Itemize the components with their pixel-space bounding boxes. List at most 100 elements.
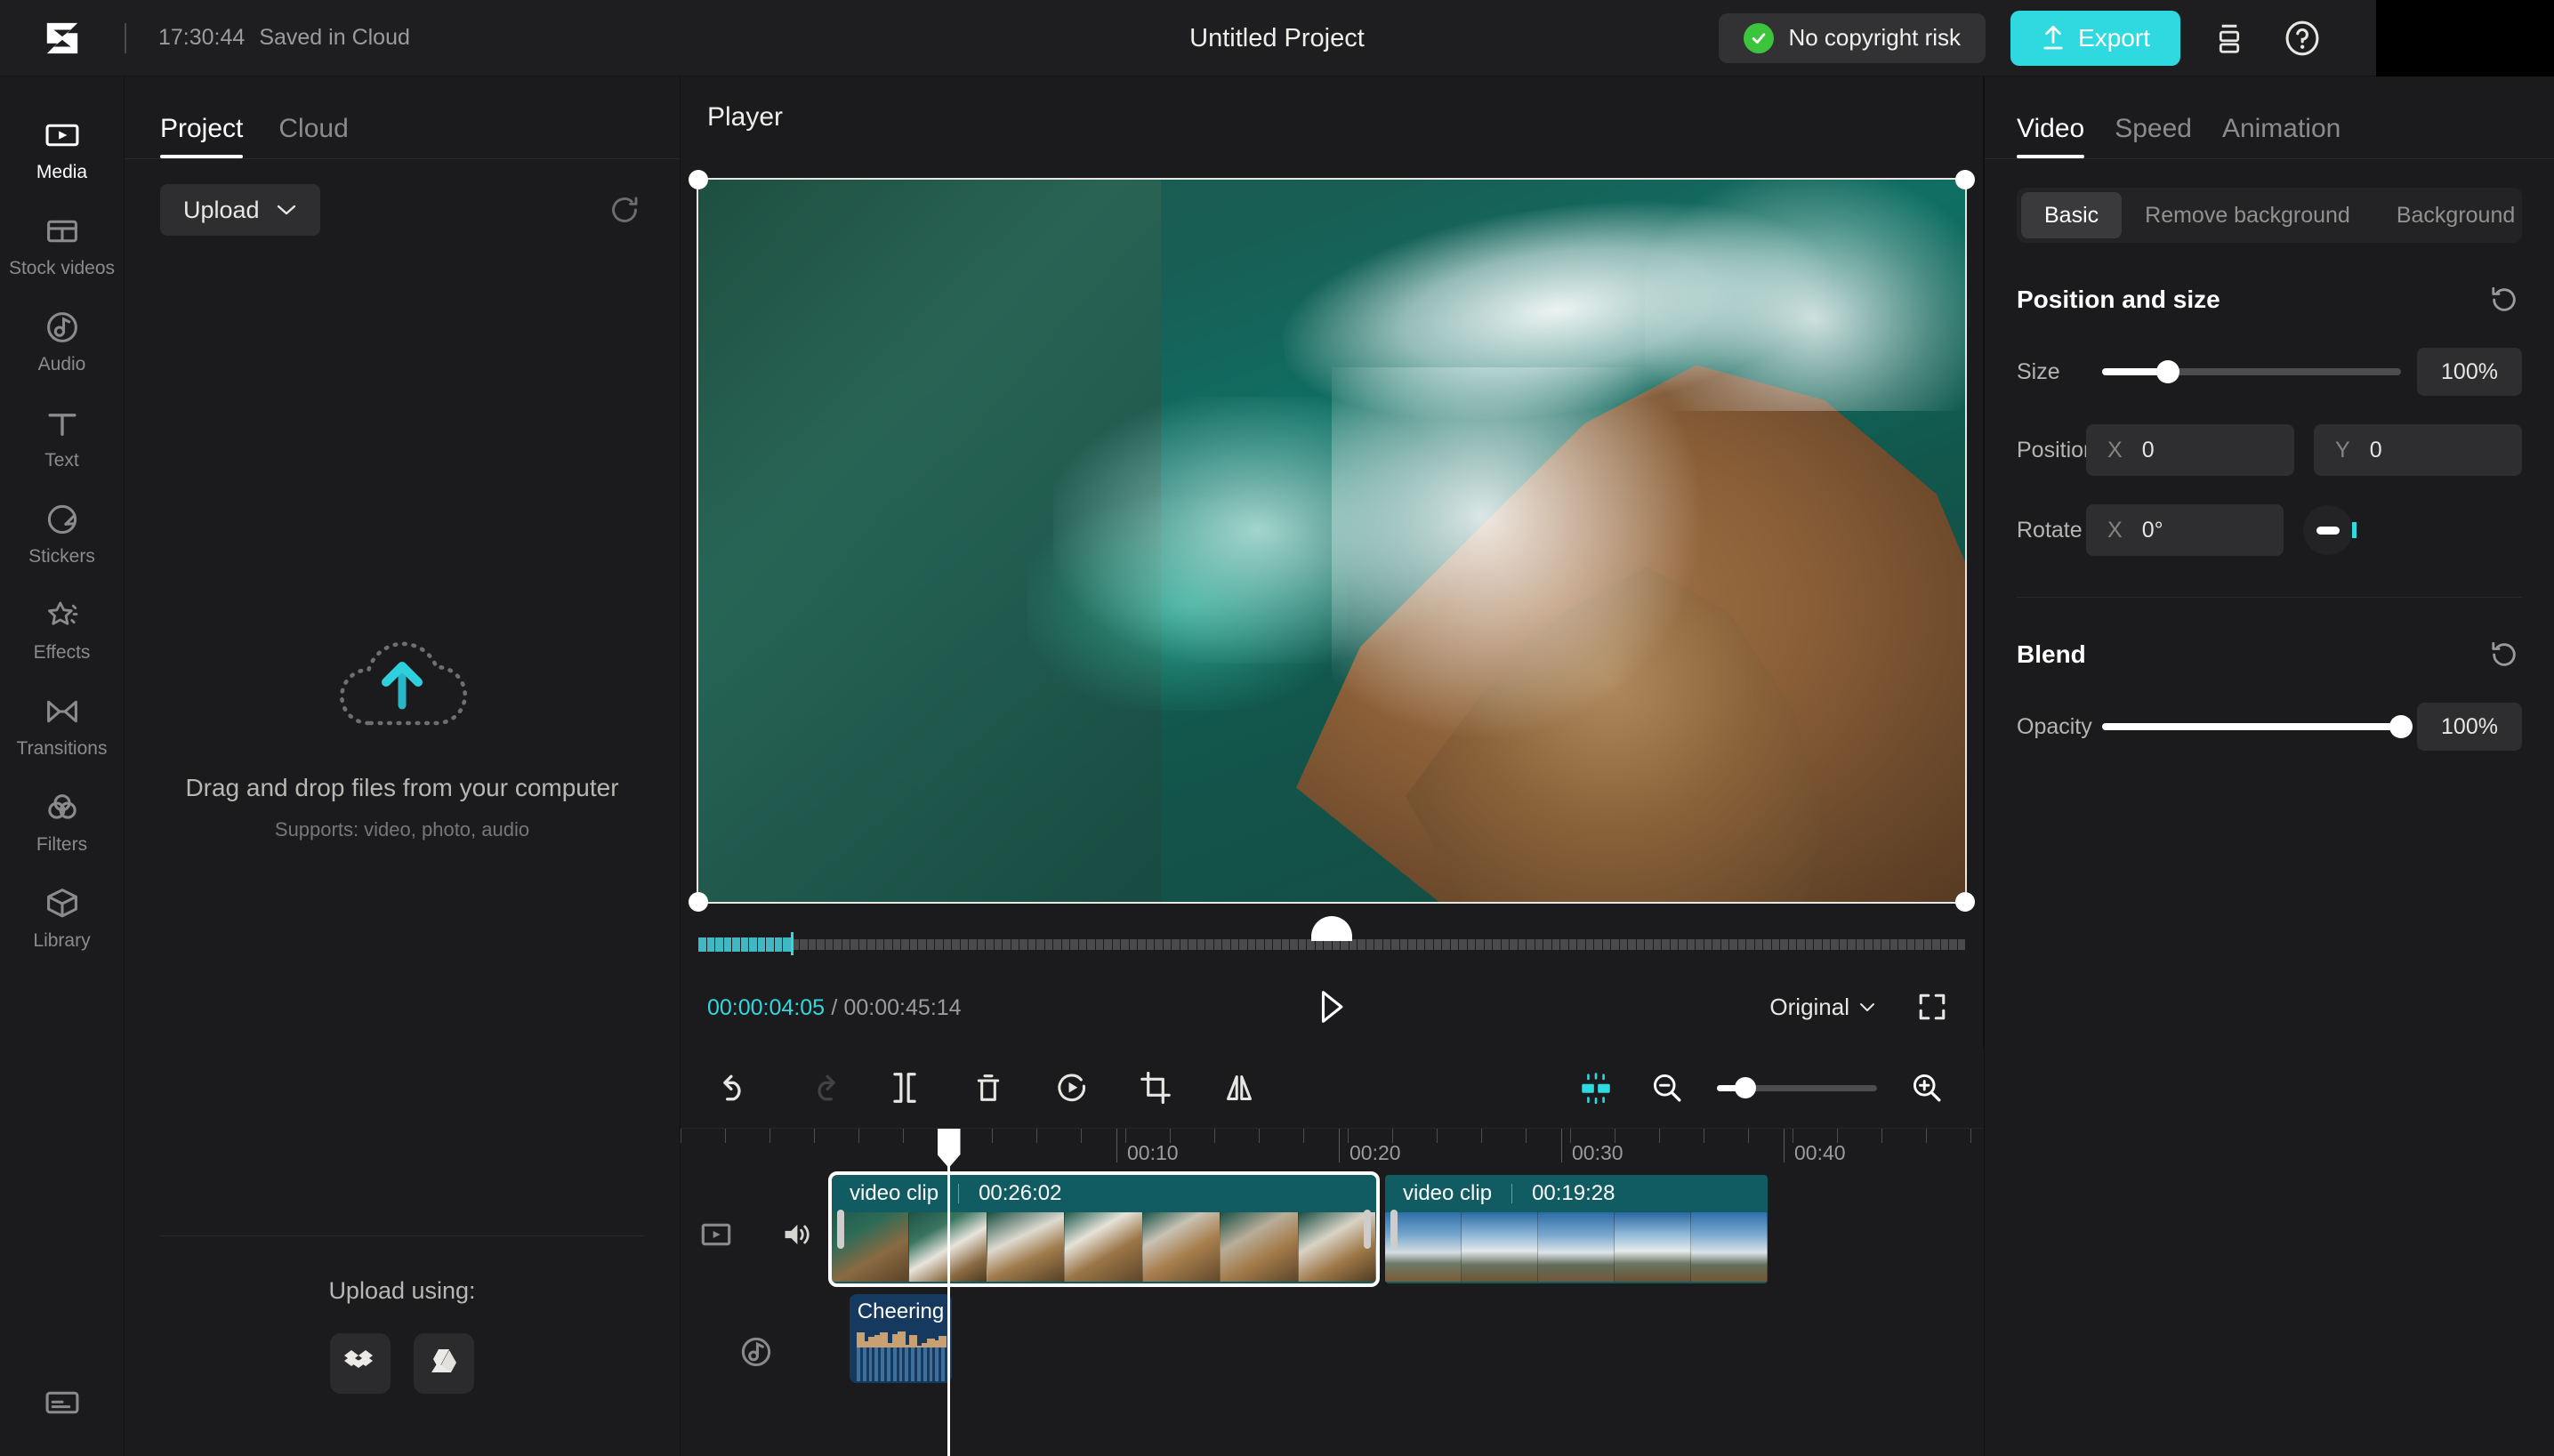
timeline-clip-video-1[interactable]: video clip 00:26:02 [828, 1171, 1380, 1287]
tab-video[interactable]: Video [2017, 114, 2085, 158]
reset-icon[interactable] [2486, 637, 2522, 672]
logo-container[interactable] [0, 20, 125, 57]
dropbox-icon[interactable] [330, 1333, 391, 1394]
copyright-status-badge[interactable]: No copyright risk [1719, 12, 1986, 63]
scrub-tick [1053, 939, 1061, 950]
header-divider [125, 22, 126, 53]
clip-1-trim-left[interactable] [837, 1210, 844, 1249]
play-icon[interactable] [1308, 983, 1356, 1031]
resize-handle-top-left[interactable] [689, 170, 708, 189]
waveform-bar [874, 1347, 879, 1381]
player-area: Player 00:00:04:05 / 00:00:45:14 Origina… [681, 76, 1984, 1048]
media-dropzone[interactable]: Drag and drop files from your computer S… [125, 236, 680, 1235]
sidebar-item-filters[interactable]: Filters [0, 776, 125, 868]
scrub-tick [1399, 939, 1407, 950]
resize-handle-bottom-right[interactable] [1955, 892, 1975, 912]
rotate-handle[interactable] [1311, 916, 1352, 941]
speed-icon[interactable] [1051, 1066, 1093, 1109]
crop-icon[interactable] [1134, 1066, 1177, 1109]
video-preview[interactable] [697, 178, 1967, 904]
scrub-tick [1112, 939, 1120, 950]
opacity-slider[interactable] [2102, 715, 2413, 738]
google-drive-icon[interactable] [414, 1333, 474, 1394]
scrub-tick [1746, 939, 1754, 950]
subtab-remove-background[interactable]: Remove background [2122, 192, 2373, 238]
auto-cut-icon[interactable] [1575, 1066, 1617, 1109]
zoom-in-icon[interactable] [1905, 1066, 1948, 1109]
help-icon[interactable] [2278, 14, 2326, 62]
resize-handle-bottom-left[interactable] [689, 892, 708, 912]
sidebar-item-text[interactable]: Text [0, 391, 125, 484]
undo-icon[interactable] [716, 1066, 759, 1109]
ruler-minor-tick [814, 1129, 815, 1143]
position-x-field[interactable]: X 0 [2086, 424, 2294, 476]
opacity-value[interactable]: 100% [2417, 703, 2522, 751]
zoom-slider-knob[interactable] [1735, 1077, 1757, 1098]
sidebar-item-audio[interactable]: Audio [0, 295, 125, 388]
reset-icon[interactable] [2486, 282, 2522, 318]
rotate-x-field[interactable]: X 0° [2086, 504, 2284, 556]
timeline-body[interactable]: 00:1000:2000:3000:4000:5001:0001:1001:2 [681, 1128, 1984, 1456]
timeline-ruler[interactable]: 00:1000:2000:3000:4000:5001:0001:1001:2 [681, 1129, 1984, 1175]
export-button[interactable]: Export [2010, 10, 2180, 66]
sidebar-item-stock-videos[interactable]: Stock videos [0, 199, 125, 292]
scrub-tick [1408, 939, 1416, 950]
split-icon[interactable] [883, 1066, 926, 1109]
tab-project[interactable]: Project [160, 114, 244, 158]
timeline-clip-video-2[interactable]: video clip 00:19:28 [1385, 1175, 1768, 1283]
sidebar-item-stickers[interactable]: Stickers [0, 487, 125, 580]
tab-speed[interactable]: Speed [2115, 114, 2192, 158]
zoom-out-icon[interactable] [1646, 1066, 1688, 1109]
blend-header: Blend [1985, 635, 2554, 674]
redo-icon[interactable] [800, 1066, 842, 1109]
fullscreen-icon[interactable] [1908, 983, 1956, 1031]
clip-1-name: video clip [850, 1181, 939, 1205]
delete-icon[interactable] [967, 1066, 1010, 1109]
opacity-slider-knob[interactable] [2389, 715, 2413, 738]
audio-track-icon[interactable] [733, 1329, 779, 1375]
volume-icon[interactable] [773, 1211, 819, 1258]
timeline-clip-audio-1[interactable]: Cheering [850, 1294, 952, 1383]
rotate-dial[interactable] [2303, 505, 2357, 555]
sidebar-item-effects[interactable]: Effects [0, 583, 125, 676]
layout-icon[interactable] [2205, 14, 2253, 62]
clip-1-trim-right[interactable] [1364, 1210, 1371, 1249]
size-slider-knob[interactable] [2155, 360, 2179, 383]
preview-foam-4 [1645, 180, 1965, 411]
tab-project-label: Project [160, 114, 244, 143]
scrub-tick [918, 939, 926, 950]
mirror-icon[interactable] [1218, 1066, 1261, 1109]
resize-handle-top-right[interactable] [1955, 170, 1975, 189]
position-y-axis: Y [2335, 437, 2350, 463]
position-y-field[interactable]: Y 0 [2314, 424, 2522, 476]
scrub-tick [901, 939, 909, 950]
clip-2-trim-left[interactable] [1390, 1210, 1398, 1249]
size-slider[interactable] [2102, 360, 2401, 383]
timeline-zoom-slider[interactable] [1717, 1077, 1877, 1098]
scrub-tick [935, 939, 943, 950]
sidebar-item-transitions[interactable]: Transitions [0, 680, 125, 772]
subtab-background[interactable]: Background [2373, 192, 2538, 238]
properties-divider [1985, 158, 2554, 159]
waveform-bar [911, 1347, 914, 1381]
scrub-tick [1839, 939, 1847, 950]
scrub-tick [1527, 939, 1535, 950]
size-value[interactable]: 100% [2417, 348, 2522, 396]
refresh-icon[interactable] [605, 190, 644, 229]
sidebar-item-media[interactable]: Media [0, 103, 125, 196]
tab-cloud[interactable]: Cloud [278, 114, 348, 158]
copyright-label: No copyright risk [1788, 24, 1962, 51]
audio-clip-lane[interactable]: Cheering [832, 1294, 1984, 1410]
scrubber-playhead[interactable] [790, 932, 794, 955]
check-icon [1744, 22, 1775, 53]
video-clip-lane[interactable]: video clip 00:26:02 video clip 00:19:28 [828, 1171, 1984, 1294]
upload-button[interactable]: Upload [160, 184, 320, 236]
tab-animation[interactable]: Animation [2222, 114, 2340, 158]
video-track-icon[interactable] [693, 1211, 739, 1258]
ruler-minor-tick [1970, 1129, 1971, 1143]
sidebar-label-audio: Audio [37, 354, 86, 374]
sidebar-item-library[interactable]: Library [0, 872, 125, 964]
resolution-select[interactable]: Original [1769, 993, 1876, 1021]
sidebar-item-captions[interactable] [0, 1371, 125, 1456]
subtab-basic[interactable]: Basic [2021, 192, 2123, 238]
